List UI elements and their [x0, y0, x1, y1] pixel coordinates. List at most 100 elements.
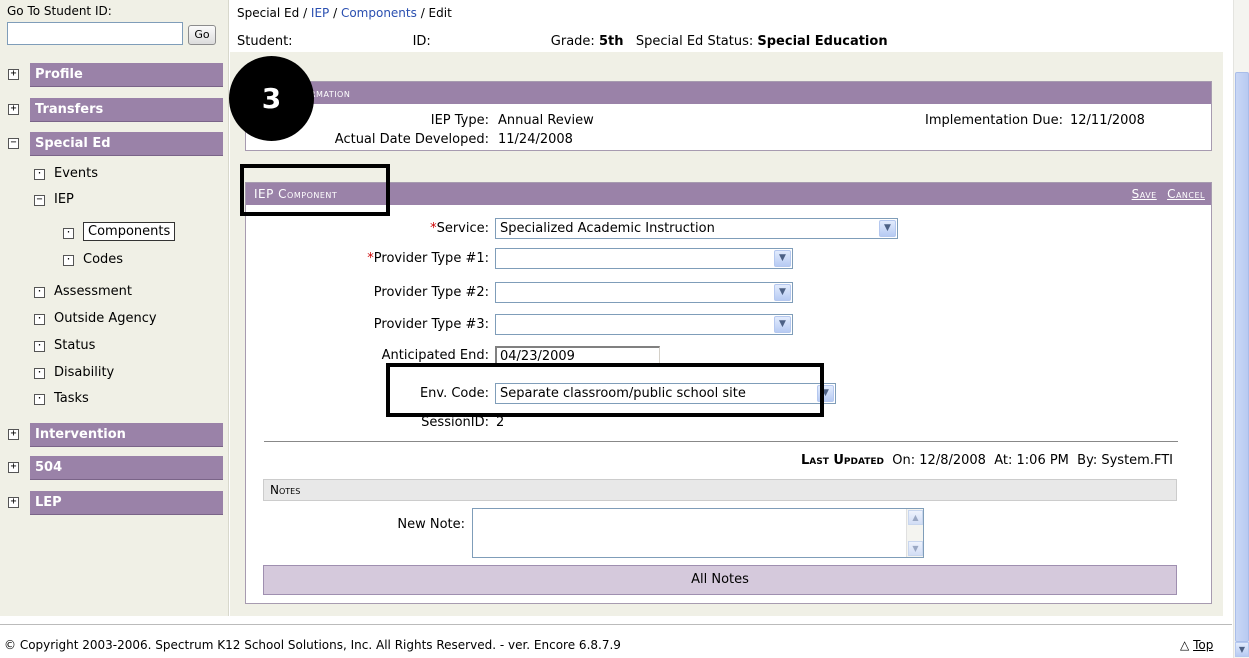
- status-label: Special Ed Status:: [635, 34, 754, 49]
- step-badge: 3: [229, 56, 314, 141]
- sidebar-section-intervention[interactable]: + Intervention: [8, 423, 223, 447]
- session-id-value: 2: [496, 415, 505, 430]
- sidebar-item-label[interactable]: Status: [54, 338, 95, 353]
- provider-type-3-select[interactable]: ▼: [495, 314, 793, 335]
- new-note-textarea[interactable]: ▲ ▼: [472, 508, 924, 558]
- sidebar-item-label[interactable]: Disability: [54, 365, 114, 380]
- provider-type-1-label: *Provider Type #1:: [367, 251, 489, 266]
- student-info-line: Student: ID: Grade: 5th Special Ed Status:…: [237, 34, 888, 49]
- id-label: ID:: [412, 34, 431, 49]
- sidebar: Go To Student ID: Go + Profile + Transfe…: [0, 0, 229, 616]
- goto-student-label: Go To Student ID:: [7, 4, 112, 18]
- chevron-down-icon[interactable]: ▼: [774, 250, 791, 267]
- copyright-text: © Copyright 2003-2006. Spectrum K12 Scho…: [4, 638, 621, 652]
- sidebar-section-label[interactable]: Transfers: [30, 98, 223, 122]
- sidebar-item-label[interactable]: Components: [83, 222, 176, 241]
- service-select[interactable]: Specialized Academic Instruction ▼: [495, 218, 898, 239]
- information-panel: rmation IEP Type: Annual Review Implemen…: [245, 81, 1212, 151]
- on-value: 12/8/2008: [919, 453, 986, 468]
- provider-type-2-select[interactable]: ▼: [495, 282, 793, 303]
- notes-header: Notes: [263, 479, 1177, 501]
- breadcrumb-components-link[interactable]: Components: [341, 6, 417, 20]
- leaf-icon: ·: [63, 228, 74, 239]
- top-link[interactable]: △ Top: [1180, 638, 1213, 652]
- session-id-label: SessionID:: [421, 415, 489, 430]
- all-notes-button[interactable]: All Notes: [263, 565, 1177, 595]
- footer-divider: [0, 624, 1232, 625]
- service-select-value: Specialized Academic Instruction: [500, 221, 715, 236]
- sidebar-section-label[interactable]: 504: [30, 456, 223, 480]
- implementation-due-value: 12/11/2008: [1070, 113, 1145, 128]
- provider-type-3-label: Provider Type #3:: [373, 317, 489, 332]
- leaf-icon: ·: [34, 368, 45, 379]
- sidebar-section-transfers[interactable]: + Transfers: [8, 98, 223, 122]
- sidebar-section-label[interactable]: Special Ed: [30, 132, 223, 156]
- service-label-text: Service:: [436, 221, 489, 236]
- expand-icon[interactable]: +: [8, 497, 19, 508]
- grade-value: 5th: [598, 34, 624, 49]
- service-label: *Service:: [430, 221, 489, 236]
- collapse-icon[interactable]: −: [34, 195, 45, 206]
- sidebar-item-label[interactable]: Outside Agency: [54, 311, 157, 326]
- sidebar-item-label[interactable]: Events: [54, 166, 98, 181]
- scrollbar-thumb[interactable]: [1235, 72, 1249, 642]
- scroll-up-icon[interactable]: ▲: [908, 510, 923, 525]
- highlight-box-env-code: [386, 363, 824, 417]
- expand-icon[interactable]: +: [8, 462, 19, 473]
- scroll-down-icon[interactable]: ▼: [1235, 642, 1249, 657]
- breadcrumb: Special Ed / IEP / Components / Edit: [237, 6, 452, 20]
- cancel-link[interactable]: Cancel: [1167, 187, 1205, 201]
- student-id-input[interactable]: [7, 22, 183, 45]
- sidebar-section-profile[interactable]: + Profile: [8, 63, 223, 87]
- information-panel-title: rmation: [310, 86, 351, 100]
- anticipated-end-label: Anticipated End:: [381, 348, 489, 363]
- sidebar-item-label[interactable]: Codes: [83, 252, 123, 267]
- page-scrollbar[interactable]: ▼: [1233, 0, 1249, 658]
- breadcrumb-separator: /: [329, 6, 341, 20]
- chevron-down-icon[interactable]: ▼: [774, 284, 791, 301]
- sidebar-section-label[interactable]: LEP: [30, 491, 223, 515]
- leaf-icon: ·: [34, 287, 45, 298]
- at-value: 1:06 PM: [1016, 453, 1069, 468]
- iep-component-header: IEP Component Save Cancel: [246, 183, 1211, 205]
- collapse-icon[interactable]: −: [8, 138, 19, 149]
- triangle-up-icon: △: [1180, 638, 1190, 652]
- leaf-icon: ·: [63, 255, 74, 266]
- expand-icon[interactable]: +: [8, 104, 19, 115]
- sidebar-section-lep[interactable]: + LEP: [8, 491, 223, 515]
- sidebar-item-label[interactable]: Assessment: [54, 284, 132, 299]
- sidebar-item-label[interactable]: Tasks: [54, 391, 89, 406]
- breadcrumb-iep-link[interactable]: IEP: [311, 6, 329, 20]
- scroll-down-icon[interactable]: ▼: [908, 541, 923, 556]
- breadcrumb-separator: /: [416, 6, 429, 20]
- divider: [264, 441, 1178, 442]
- iep-type-value: Annual Review: [498, 113, 594, 128]
- iep-type-label: IEP Type:: [430, 113, 489, 128]
- provider-type-1-select[interactable]: ▼: [495, 248, 793, 269]
- sidebar-section-label[interactable]: Profile: [30, 63, 223, 87]
- by-value: System.FTI: [1101, 453, 1173, 468]
- leaf-icon: ·: [34, 341, 45, 352]
- provider-type-1-label-text: Provider Type #1:: [373, 251, 489, 266]
- breadcrumb-edit: Edit: [428, 6, 452, 20]
- implementation-due-label: Implementation Due:: [925, 113, 1063, 128]
- top-link-label[interactable]: Top: [1193, 638, 1213, 652]
- information-panel-header: rmation: [246, 82, 1211, 104]
- save-link[interactable]: Save: [1132, 187, 1157, 201]
- sidebar-section-504[interactable]: + 504: [8, 456, 223, 480]
- sidebar-item-label[interactable]: IEP: [54, 192, 74, 207]
- leaf-icon: ·: [34, 394, 45, 405]
- breadcrumb-special-ed: Special Ed: [237, 6, 300, 20]
- chevron-down-icon[interactable]: ▼: [774, 316, 791, 333]
- date-developed-value: 11/24/2008: [498, 132, 573, 147]
- chevron-down-icon[interactable]: ▼: [879, 220, 896, 237]
- sidebar-section-label[interactable]: Intervention: [30, 423, 223, 447]
- grade-label: Grade:: [550, 34, 595, 49]
- go-button[interactable]: Go: [188, 25, 216, 45]
- breadcrumb-separator: /: [299, 6, 311, 20]
- expand-icon[interactable]: +: [8, 69, 19, 80]
- on-label: On:: [892, 453, 916, 468]
- expand-icon[interactable]: +: [8, 429, 19, 440]
- textarea-scrollbar[interactable]: ▲ ▼: [906, 509, 923, 557]
- sidebar-section-special-ed[interactable]: − Special Ed: [8, 132, 223, 156]
